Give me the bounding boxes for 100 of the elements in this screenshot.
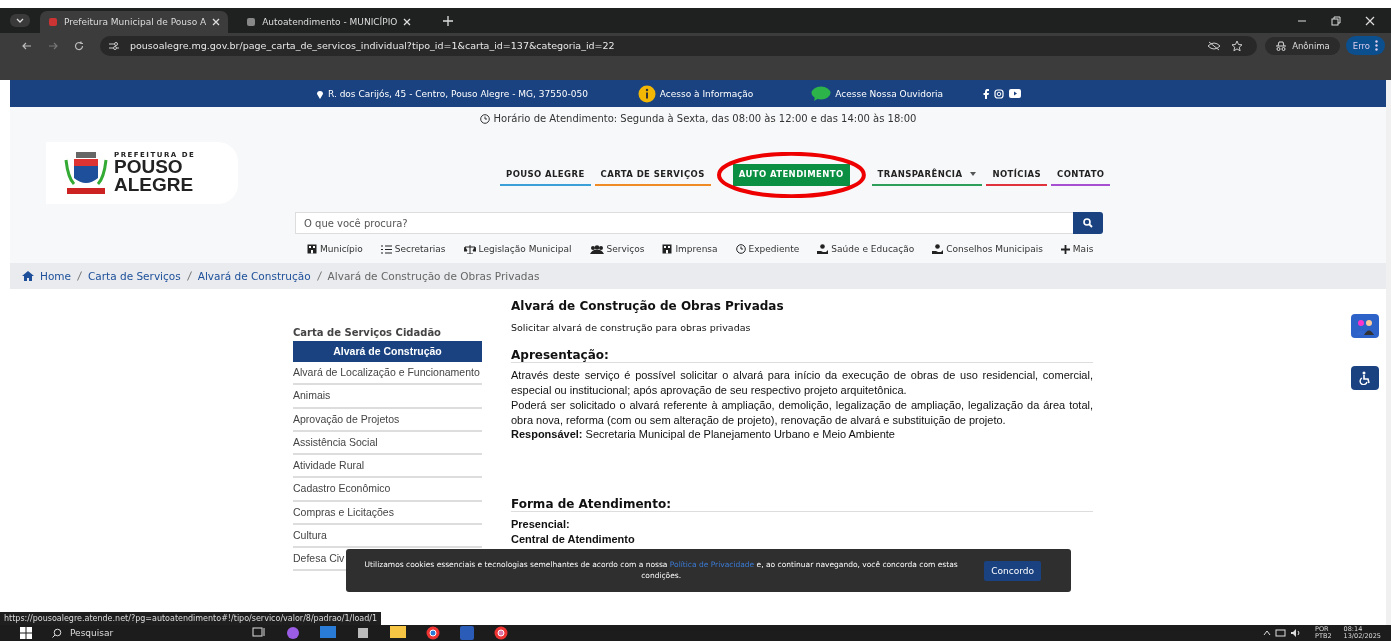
quick-link[interactable]: Conselhos Municipais <box>932 244 1043 254</box>
page-title: Alvará de Construção de Obras Privadas <box>511 299 785 313</box>
address-bar[interactable]: pousoalegre.mg.gov.br/page_carta_de_servicos_individual?tipo_id=1&carta_id=137&categoria_id=22 <box>100 35 1258 56</box>
favicon-icon <box>48 17 58 27</box>
site-settings-icon[interactable] <box>108 40 120 51</box>
nav-link[interactable]: CONTATO <box>1051 164 1111 186</box>
sidebar-item[interactable]: Animais <box>293 385 482 409</box>
chevron-down-icon <box>16 18 24 23</box>
nav-link[interactable]: AUTO ATENDIMENTO <box>732 164 850 186</box>
windows-start-icon[interactable] <box>20 627 32 639</box>
page-subtitle: Solicitar alvará de construção para obras privadas <box>511 322 752 333</box>
eye-off-icon[interactable] <box>1207 40 1222 51</box>
section-heading: Apresentação: <box>511 348 1093 363</box>
sidebar-item[interactable]: Alvará de Localização e Funcionamento <box>293 362 482 386</box>
plus-icon <box>1060 244 1070 254</box>
url-text: pousoalegre.mg.gov.br/page_carta_de_servicos_individual?tipo_id=1&carta_id=137&categoria_id=22 <box>130 40 615 51</box>
sidebar-item[interactable]: Assistência Social <box>293 431 482 456</box>
paragraph: Responsável: Secretaria Municipal de Planejamento Urbano e Meio Ambiente <box>511 427 896 443</box>
address-text: R. dos Carijós, 45 - Centro, Pouso Alegre - MG, 37550-050 <box>316 88 588 99</box>
sidebar-item[interactable]: Alvará de Construção <box>293 341 482 363</box>
star-icon[interactable] <box>1231 39 1244 52</box>
breadcrumb-separator-icon <box>316 271 322 281</box>
list-icon <box>380 244 392 254</box>
favicon-icon <box>246 17 257 27</box>
paragraph: Através deste serviço é possível solicitar o alvará para início da execução de obras de uso residencial, comercial, especial ou institucional; após aprovação de seu respectivo projeto arquitetônica. <box>511 368 1093 398</box>
sidebar-item[interactable]: Atividade Rural <box>293 455 482 479</box>
nav-link[interactable]: TRANSPARÊNCIA <box>871 164 983 186</box>
quick-link[interactable]: Serviços <box>589 244 645 254</box>
quick-link[interactable]: Saúde e Educação <box>817 244 915 254</box>
tab-list-button[interactable] <box>10 14 30 27</box>
sidebar-item[interactable]: Aprovação de Projetos <box>293 408 482 432</box>
sidebar-item[interactable]: Compras e Licitações <box>293 501 482 525</box>
building-icon <box>307 244 317 254</box>
app-icon[interactable] <box>286 626 300 640</box>
facebook-icon[interactable] <box>983 88 990 99</box>
task-view-icon[interactable] <box>252 626 266 638</box>
breadcrumb-current: Alvará de Construção de Obras Privadas <box>327 270 540 282</box>
instagram-icon[interactable] <box>994 88 1005 99</box>
video-play-icon[interactable] <box>1009 89 1022 98</box>
breadcrumb-separator-icon <box>186 271 192 281</box>
incognito-profile-button[interactable]: Anônima <box>1265 36 1340 55</box>
people-icon <box>589 244 604 254</box>
coat-of-arms-icon <box>64 150 108 196</box>
home-icon <box>22 271 34 281</box>
browser-icon[interactable] <box>494 626 508 640</box>
quick-link[interactable]: Imprensa <box>662 244 718 254</box>
search-icon <box>52 628 62 638</box>
info-icon <box>637 84 656 103</box>
app-icon[interactable] <box>356 626 370 640</box>
sidebar-title: Carta de Serviços Cidadão <box>293 327 442 338</box>
nav-link[interactable]: POUSO ALEGRE <box>500 164 591 186</box>
breadcrumb-link[interactable]: Home <box>40 270 71 282</box>
more-options-icon <box>1375 40 1378 51</box>
incognito-icon <box>1275 40 1288 51</box>
search-button[interactable] <box>1073 212 1103 234</box>
opening-hours-text: Horário de Atendimento: Segunda à Sexta, das 08:00 às 12:00 e das 14:00 às 18:00 <box>10 113 1391 124</box>
section-heading: Forma de Atendimento: <box>511 497 1093 513</box>
browser-icon[interactable] <box>426 626 440 640</box>
search-icon <box>1083 218 1093 228</box>
ombudsman-link[interactable]: Acesse Nossa Ouvidoria <box>811 85 944 102</box>
scales-icon <box>463 244 476 254</box>
clock-icon <box>735 244 746 254</box>
status-bar-url: https://pousoalegre.atende.net/?pg=autoatendimento#!/tipo/servico/valor/8/padrao/1/load/1 <box>0 612 382 625</box>
nav-link[interactable]: NOTÍCIAS <box>986 164 1047 186</box>
sign-language-button[interactable] <box>1351 314 1379 338</box>
search-field[interactable]: O que você procura? <box>295 212 1073 234</box>
back-icon[interactable] <box>22 40 32 51</box>
error-button[interactable]: Erro <box>1345 36 1385 55</box>
map-pin-icon <box>316 88 324 99</box>
breadcrumb-link[interactable]: Alvará de Construção <box>197 270 311 282</box>
quick-link[interactable]: Legislação Municipal <box>463 244 572 254</box>
quick-link[interactable]: Secretarias <box>380 244 446 254</box>
paragraph: Presencial: <box>511 517 571 533</box>
two-people-icon <box>1354 317 1376 335</box>
close-icon[interactable] <box>403 18 412 26</box>
breadcrumb-separator-icon <box>77 271 82 281</box>
clock-icon <box>479 113 490 124</box>
browser-tab[interactable]: Prefeitura Municipal de Pouso A <box>40 11 229 33</box>
restore-icon[interactable] <box>1331 15 1341 26</box>
wheelchair-icon <box>1358 371 1372 385</box>
sidebar-item[interactable]: Cadastro Econômico <box>293 478 482 502</box>
close-icon[interactable] <box>212 18 221 26</box>
access-info-link[interactable]: Acesso à Informação <box>637 84 754 103</box>
paragraph: Central de Atendimento <box>511 532 636 547</box>
accessibility-button[interactable] <box>1351 366 1379 390</box>
sidebar-item[interactable]: Cultura <box>293 524 482 548</box>
quick-link[interactable]: Expediente <box>735 244 800 254</box>
quick-link[interactable]: Município <box>307 244 363 254</box>
taskbar-search-field[interactable]: Pesquisar <box>52 628 222 638</box>
breadcrumb-link[interactable]: Carta de Serviços <box>88 270 181 282</box>
logo-title: ALEGRE <box>114 176 195 195</box>
forward-icon[interactable] <box>48 40 58 51</box>
nav-link[interactable]: CARTA DE SERVIÇOS <box>594 164 711 186</box>
logo-title: POUSO <box>114 158 183 177</box>
new-tab-icon[interactable] <box>443 15 454 26</box>
browser-tab[interactable]: Autoatendimento - MUNICÍPIO <box>238 11 420 33</box>
quick-link[interactable]: Mais <box>1060 244 1094 254</box>
accept-cookies-button[interactable]: Concordo <box>984 560 1041 581</box>
reload-icon[interactable] <box>74 40 84 51</box>
close-icon[interactable] <box>1365 15 1375 26</box>
